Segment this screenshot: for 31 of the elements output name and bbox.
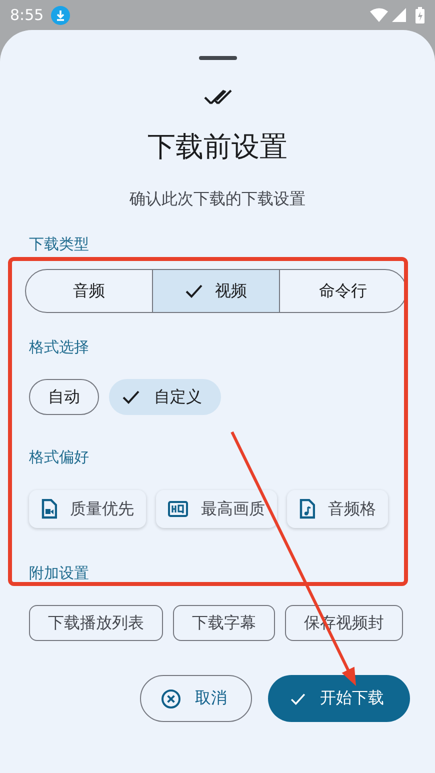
assist-chip[interactable]: 最高画质 (156, 490, 277, 528)
section-label: 格式选择 (29, 337, 90, 357)
assist-chip[interactable]: 质量优先 (29, 490, 146, 528)
drag-handle[interactable] (198, 56, 236, 60)
sheet-title: 下载前设置 (146, 129, 288, 165)
sheet-subtitle: 确认此次下载的下载设置 (128, 188, 306, 210)
status-time: 8:55 (10, 6, 44, 24)
start-download-button[interactable]: 开始下载 (268, 675, 410, 722)
check-icon (290, 692, 306, 704)
check-icon (122, 390, 140, 404)
section-label: 格式偏好 (29, 447, 90, 467)
segment-button[interactable]: 命令行 (279, 269, 407, 313)
hq-icon (168, 501, 188, 517)
section-label: 附加设置 (29, 563, 90, 583)
segment-button[interactable]: 视频 (152, 269, 280, 313)
filter-chip[interactable]: 下载播放列表 (29, 605, 163, 641)
audio-file-icon (299, 499, 315, 519)
section-label: 下载类型 (29, 234, 90, 254)
wifi-icon (370, 8, 388, 22)
assist-chip[interactable]: 音频格 (287, 490, 388, 528)
choice-chip[interactable]: 自动 (29, 379, 99, 415)
filter-chip[interactable]: 下载字幕 (173, 605, 275, 641)
download-icon (50, 6, 70, 24)
choice-chip[interactable]: 自定义 (109, 379, 221, 415)
signal-icon (392, 8, 406, 22)
battery-icon (415, 6, 425, 24)
cancel-button[interactable]: 取消 (140, 675, 252, 722)
video-file-icon (41, 499, 57, 519)
close-icon (161, 688, 181, 708)
check-icon (185, 284, 203, 298)
double-check-icon (204, 88, 232, 106)
